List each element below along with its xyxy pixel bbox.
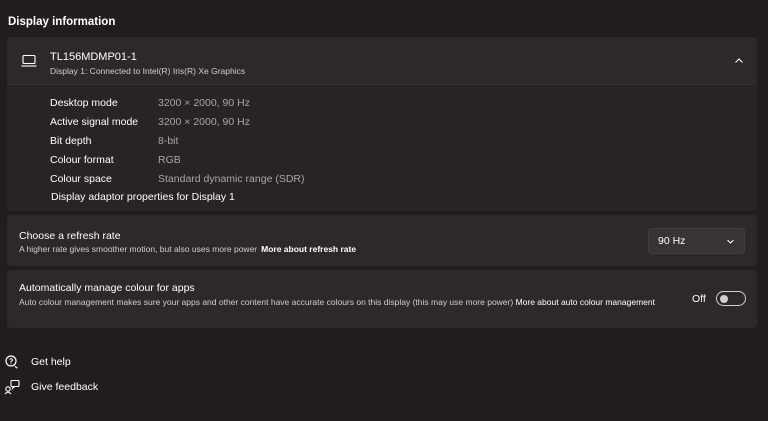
refresh-rate-description-line: A higher rate gives smoother motion, but… (19, 244, 356, 254)
detail-label-bit-depth: Bit depth (50, 135, 92, 147)
section-title: Display information (8, 16, 116, 28)
detail-label-desktop-mode: Desktop mode (50, 97, 118, 109)
detail-label-colour-format: Colour format (50, 154, 114, 166)
detail-value-bit-depth: 8-bit (158, 135, 179, 147)
help-icon (5, 355, 18, 369)
detail-value-active-signal-mode: 3200 × 2000, 90 Hz (158, 116, 250, 128)
detail-value-desktop-mode: 3200 × 2000, 90 Hz (158, 97, 250, 109)
chevron-down-icon (727, 239, 734, 244)
refresh-rate-selected: 90 Hz (658, 235, 686, 247)
detail-label-active-signal-mode: Active signal mode (50, 116, 139, 128)
auto-colour-title: Automatically manage colour for apps (19, 282, 195, 294)
display-adaptor-properties-link[interactable]: Display adaptor properties for Display 1 (51, 191, 235, 203)
auto-colour-toggle-label: Off (692, 293, 706, 305)
toggle-knob (720, 294, 728, 303)
refresh-rate-description: A higher rate gives smoother motion, but… (19, 244, 258, 254)
refresh-rate-title: Choose a refresh rate (19, 230, 121, 242)
auto-colour-card: Automatically manage colour for apps Aut… (7, 270, 757, 328)
detail-value-colour-format: RGB (158, 154, 181, 166)
refresh-rate-more-link[interactable]: More about refresh rate (261, 244, 356, 254)
display-connection: Display 1: Connected to Intel(R) Iris(R)… (50, 66, 246, 76)
auto-colour-toggle[interactable] (716, 291, 746, 306)
auto-colour-description: Auto colour management makes sure your a… (19, 297, 514, 307)
display-name: TL156MDMP01-1 (50, 51, 137, 63)
chevron-up-icon[interactable] (733, 55, 745, 67)
get-help-label: Get help (31, 356, 71, 368)
get-help-link[interactable]: Get help (4, 354, 144, 370)
auto-colour-more-link[interactable]: More about auto colour management (516, 297, 655, 307)
refresh-rate-card: Choose a refresh rate A higher rate give… (7, 215, 757, 266)
display-details: Desktop mode 3200 × 2000, 90 Hz Active s… (7, 88, 757, 211)
refresh-rate-dropdown[interactable]: 90 Hz (648, 228, 745, 254)
give-feedback-link[interactable]: Give feedback (4, 379, 144, 395)
detail-value-colour-space: Standard dynamic range (SDR) (158, 173, 305, 185)
give-feedback-label: Give feedback (31, 381, 99, 393)
detail-label-colour-space: Colour space (50, 173, 112, 185)
auto-colour-description-block: Auto colour management makes sure your a… (19, 296, 679, 309)
feedback-icon (4, 379, 20, 395)
display-header[interactable]: TL156MDMP01-1 Display 1: Connected to In… (7, 37, 757, 87)
display-info-card: TL156MDMP01-1 Display 1: Connected to In… (7, 37, 757, 211)
laptop-icon (21, 54, 37, 67)
